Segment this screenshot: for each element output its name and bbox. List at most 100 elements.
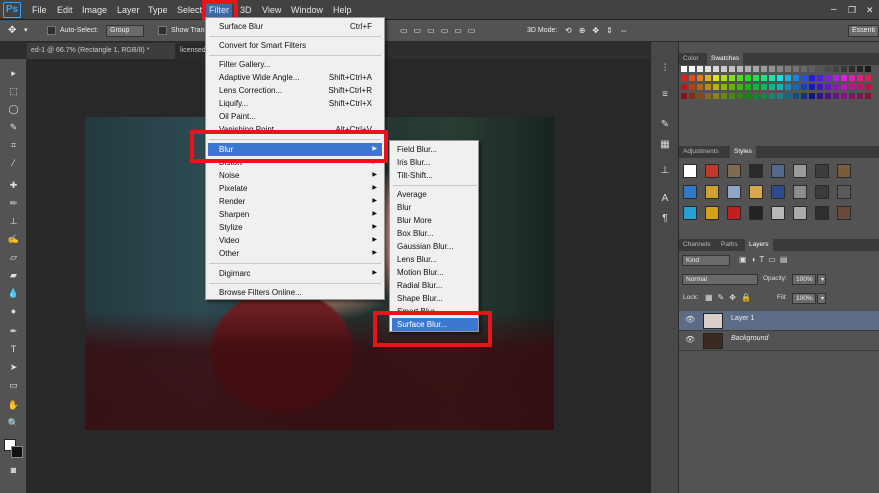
swatch[interactable] [713,75,719,81]
move-tool-icon[interactable]: ✥ [8,25,16,37]
menu-item-video[interactable]: Video ▶ [208,234,382,247]
swatch[interactable] [729,84,735,90]
style-swatch[interactable] [727,185,741,199]
style-swatch[interactable] [837,164,851,178]
swatch[interactable] [841,66,847,72]
swatch[interactable] [785,66,791,72]
menu-item-stylize[interactable]: Stylize ▶ [208,221,382,234]
brush-presets-icon[interactable]: ▦ [658,138,672,152]
history-brush-tool-icon[interactable]: ✍ [6,233,21,245]
document-tab-active[interactable]: ed-1 @ 66.7% (Rectangle 1, RGB/8) * [27,43,175,59]
layer-row-layer-1[interactable]: 👁 Layer 1 [679,311,879,331]
swatch[interactable] [801,84,807,90]
swatch[interactable] [857,93,863,99]
close-icon[interactable]: ✕ [866,0,874,20]
swatch[interactable] [865,93,871,99]
minimize-icon[interactable]: – [831,0,837,20]
style-swatch[interactable] [749,185,763,199]
tab-swatches[interactable]: Swatches [707,53,744,65]
lock-icons[interactable]: ▦✎✥🔒 [705,293,756,302]
workspace-switcher[interactable]: Essenti [848,25,879,37]
swatch[interactable] [801,93,807,99]
swatch[interactable] [753,66,759,72]
swatch[interactable] [705,93,711,99]
swatch[interactable] [817,75,823,81]
menu-item-filter-gallery[interactable]: Filter Gallery... [208,58,382,71]
swatch[interactable] [769,93,775,99]
style-swatch[interactable] [705,185,719,199]
menu-item-convert-smart-filters[interactable]: Convert for Smart Filters [208,39,382,52]
layer-kind-filter[interactable]: Kind [682,255,730,266]
submenu-item-motion-blur[interactable]: Motion Blur... [392,266,478,279]
swatch[interactable] [697,93,703,99]
submenu-item-box-blur[interactable]: Box Blur... [392,227,478,240]
swatch[interactable] [745,84,751,90]
auto-select-checkbox[interactable] [47,26,56,35]
submenu-item-blur[interactable]: Blur [392,201,478,214]
blend-mode-dropdown[interactable]: Normal [682,274,758,285]
style-swatch[interactable] [793,185,807,199]
submenu-item-iris-blur[interactable]: Iris Blur... [392,156,478,169]
eyedropper-tool-icon[interactable]: ⁄ [6,157,21,169]
menu-type[interactable]: Type [148,0,168,20]
style-swatch[interactable] [771,185,785,199]
swatch[interactable] [849,84,855,90]
submenu-item-field-blur[interactable]: Field Blur... [392,143,478,156]
style-swatch[interactable] [793,206,807,220]
move-tool-icon[interactable]: ▸ [6,67,21,79]
fill-dropdown-icon[interactable]: ▾ [817,293,826,304]
style-swatch[interactable] [793,164,807,178]
swatch[interactable] [769,66,775,72]
tool-preset-dropdown-icon[interactable]: ▾ [24,25,28,37]
submenu-item-gaussian-blur[interactable]: Gaussian Blur... [392,240,478,253]
swatch[interactable] [793,93,799,99]
swatch[interactable] [825,84,831,90]
tab-styles[interactable]: Styles [730,146,756,158]
auto-select-dropdown[interactable]: Group [106,25,144,37]
swatch[interactable] [737,93,743,99]
restore-icon[interactable]: ❐ [848,0,856,20]
swatch[interactable] [809,75,815,81]
swatch[interactable] [777,75,783,81]
zoom-tool-icon[interactable]: 🔍 [6,417,21,429]
swatch[interactable] [865,66,871,72]
menu-item-noise[interactable]: Noise ▶ [208,169,382,182]
fill-field[interactable]: 100% [792,293,816,304]
swatch[interactable] [721,75,727,81]
gradient-tool-icon[interactable]: ▰ [6,269,21,281]
menu-item-oil-paint[interactable]: Oil Paint... [208,110,382,123]
swatch[interactable] [713,84,719,90]
styles-grid[interactable] [681,162,875,224]
submenu-item-lens-blur[interactable]: Lens Blur... [392,253,478,266]
swatch[interactable] [817,84,823,90]
menu-item-liquify[interactable]: Liquify... Shift+Ctrl+X [208,97,382,110]
swatch[interactable] [737,84,743,90]
style-swatch[interactable] [815,164,829,178]
style-swatch[interactable] [683,164,697,178]
swatch[interactable] [761,66,767,72]
swatch[interactable] [793,84,799,90]
quick-select-tool-icon[interactable]: ✎ [6,121,21,133]
opacity-dropdown-icon[interactable]: ▾ [817,274,826,285]
swatch[interactable] [729,66,735,72]
path-selection-tool-icon[interactable]: ➤ [6,361,21,373]
menu-item-digimarc[interactable]: Digimarc ▶ [208,267,382,280]
brush-tool-icon[interactable]: ✏ [6,197,21,209]
rectangle-tool-icon[interactable]: ▭ [6,379,21,391]
swatch[interactable] [745,75,751,81]
tab-color[interactable]: Color [679,53,703,65]
lasso-tool-icon[interactable]: ◯ [6,103,21,115]
swatch[interactable] [857,84,863,90]
swatch[interactable] [841,75,847,81]
swatch[interactable] [753,75,759,81]
menu-item-adaptive-wide-angle[interactable]: Adaptive Wide Angle... Shift+Ctrl+A [208,71,382,84]
menu-item-sharpen[interactable]: Sharpen ▶ [208,208,382,221]
swatch[interactable] [841,93,847,99]
swatch[interactable] [849,75,855,81]
swatch[interactable] [761,93,767,99]
swatch[interactable] [713,66,719,72]
character-panel-icon[interactable]: A [658,192,672,206]
swatch[interactable] [833,93,839,99]
menu-image[interactable]: Image [82,0,107,20]
swatch[interactable] [761,75,767,81]
